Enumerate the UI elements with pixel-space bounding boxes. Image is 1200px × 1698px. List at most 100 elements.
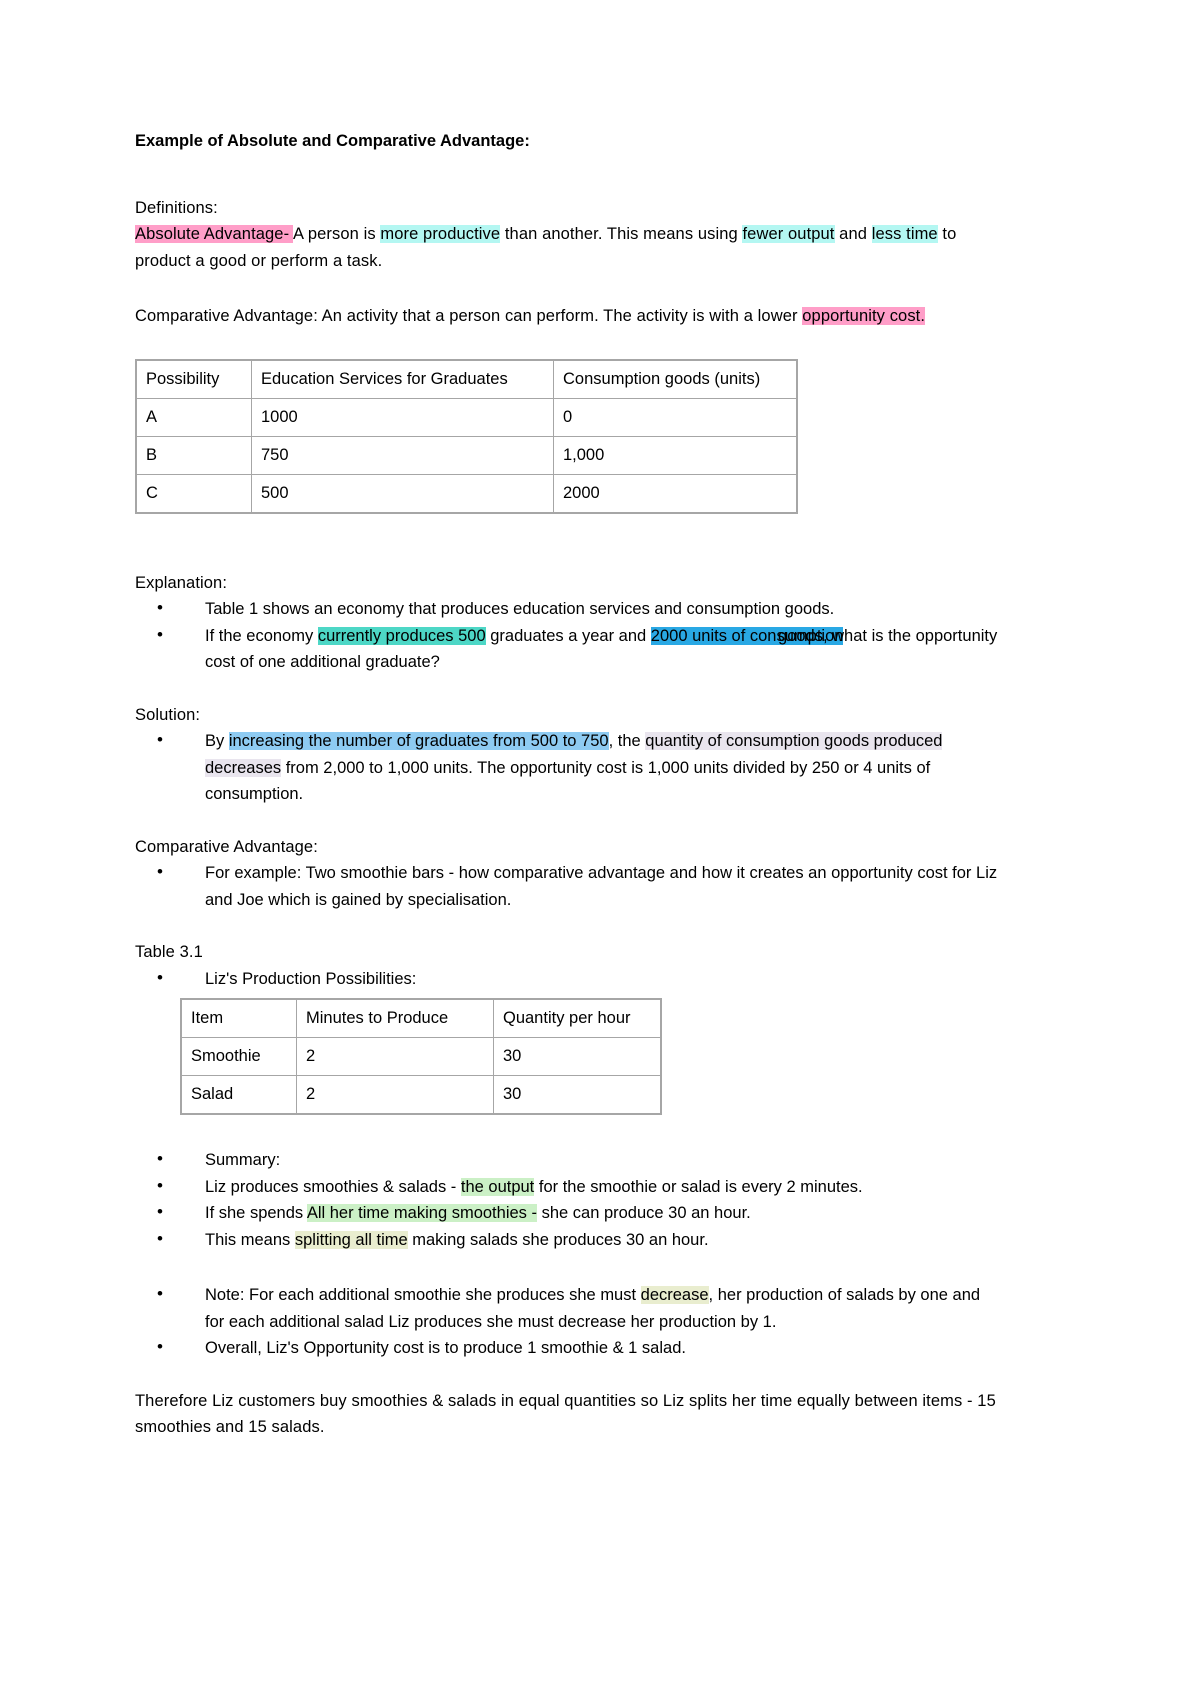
table1-header-1: Education Services for Graduates (251, 359, 554, 399)
liz-bullet-list: Liz's Production Possibilities: (135, 965, 1000, 993)
comparative-advantage-heading: Comparative Advantage: (135, 837, 318, 856)
summary-bullet-4: This means splitting all time making sal… (205, 1230, 709, 1249)
list-item: This means splitting all time making sal… (135, 1226, 1000, 1254)
aa-text-3: and (834, 225, 872, 243)
sum3-text-2: she can produce 30 an hour. (537, 1204, 751, 1222)
table1-header-0: Possibility (135, 359, 252, 399)
table2-cell-1-2: 30 (493, 1075, 662, 1115)
table1-cell-1-2: 1,000 (553, 435, 798, 475)
list-item: By increasing the number of graduates fr… (135, 727, 1000, 808)
solution-heading: Solution: (135, 705, 201, 724)
solution-bullet-1: By increasing the number of graduates fr… (205, 732, 943, 804)
exp2-text-1: If the economy (205, 626, 318, 645)
ca-highlight-opportunity-cost: opportunity cost. (802, 307, 926, 325)
table2-header-2: Quantity per hour (493, 998, 662, 1038)
explanation-bullet-list: Table 1 shows an economy that produces e… (135, 595, 1000, 676)
sum2-highlight-the-output: the output (460, 1177, 535, 1196)
summary-bullet-list: Summary: Liz produces smoothies & salads… (135, 1146, 1000, 1254)
absolute-advantage-paragraph: Absolute Advantage- A person is more pro… (135, 221, 1000, 274)
note-bullet-list: Note: For each additional smoothie she p… (135, 1281, 1000, 1362)
liz-production-heading: Liz's Production Possibilities: (205, 969, 417, 988)
list-item: Overall, Liz's Opportunity cost is to pr… (135, 1334, 1000, 1362)
table1-cell-2-1: 500 (251, 473, 554, 513)
explanation-bullet-2: If the economy currently produces 500 gr… (205, 626, 997, 671)
document-page: Example of Absolute and Comparative Adva… (0, 0, 1200, 1698)
sum2-text-2: for the smoothie or salad is every 2 min… (534, 1177, 863, 1196)
summary-bullet-3: If she spends All her time making smooth… (205, 1204, 751, 1222)
table-row: Possibility Education Services for Gradu… (135, 359, 798, 399)
definitions-heading: Definitions: (135, 198, 218, 217)
table-row: Item Minutes to Produce Quantity per hou… (180, 998, 662, 1038)
comparative-bullet-list: For example: Two smoothie bars - how com… (135, 859, 1000, 913)
table-row: A 1000 0 (135, 397, 798, 437)
table2-cell-0-0: Smoothie (180, 1037, 297, 1076)
table-row: B 750 1,000 (135, 435, 798, 475)
sol1-text-2: , the (608, 732, 646, 750)
comparative-advantage-paragraph: Comparative Advantage: An activity that … (135, 303, 1000, 330)
solution-bullet-list: By increasing the number of graduates fr… (135, 727, 1000, 808)
production-possibilities-table: Possibility Education Services for Gradu… (135, 358, 798, 514)
exp2-highlight-currently-produces: currently produces 500 (317, 626, 486, 645)
explanation-bullet-1-text: Table 1 shows an economy that produces e… (205, 600, 835, 618)
closing-paragraph: Therefore Liz customers buy smoothies & … (135, 1391, 996, 1437)
aa-text-2: than another. This means using (500, 225, 743, 243)
sol1-highlight-increasing-graduates: increasing the number of graduates from … (228, 732, 609, 750)
sum5-highlight-decrease: decrease (640, 1286, 709, 1304)
table-row: Smoothie 2 30 (180, 1037, 662, 1076)
sum3-text-1: If she spends (205, 1204, 307, 1222)
exp2-text-2: graduates a year and (485, 626, 651, 645)
sum3-highlight-all-her-time: All her time making smoothies - (306, 1204, 537, 1222)
summary-bullet-6-text: Overall, Liz's Opportunity cost is to pr… (205, 1339, 686, 1357)
sol1-text-1: By (205, 732, 229, 750)
aa-text-1: A person is (292, 225, 381, 243)
list-item: Table 1 shows an economy that produces e… (135, 595, 1000, 623)
sol1-text-3: from 2,000 to 1,000 units. The opportuni… (205, 758, 931, 804)
table1-cell-2-2: 2000 (553, 473, 798, 513)
table1-cell-0-1: 1000 (251, 397, 554, 437)
list-item: Liz's Production Possibilities: (135, 965, 1000, 993)
table1-cell-1-0: B (135, 435, 252, 475)
list-item: Summary: (135, 1146, 1000, 1174)
sum4-text-2: making salads she produces 30 an hour. (407, 1230, 709, 1249)
summary-bullet-2: Liz produces smoothies & salads - the ou… (205, 1177, 863, 1196)
liz-production-table: Item Minutes to Produce Quantity per hou… (180, 998, 662, 1115)
list-item: Liz produces smoothies & salads - the ou… (135, 1173, 1000, 1201)
sum2-text-1: Liz produces smoothies & salads - (205, 1177, 461, 1196)
aa-highlight-more-productive: more productive (380, 225, 501, 243)
table2-cell-1-0: Salad (180, 1075, 297, 1115)
table3-label: Table 3.1 (135, 943, 203, 961)
table1-cell-2-0: C (135, 473, 252, 513)
summary-heading: Summary: (205, 1151, 281, 1169)
ca-text-1: Comparative Advantage: An activity that … (135, 307, 803, 325)
list-item: For example: Two smoothie bars - how com… (135, 859, 1000, 913)
list-item: Note: For each additional smoothie she p… (135, 1281, 1000, 1335)
table2-cell-0-2: 30 (493, 1037, 662, 1076)
sum4-text-1: This means (205, 1230, 295, 1249)
page-title: Example of Absolute and Comparative Adva… (135, 132, 530, 150)
table2-header-0: Item (180, 998, 297, 1038)
table2-cell-0-1: 2 (296, 1037, 494, 1076)
summary-bullet-5: Note: For each additional smoothie she p… (205, 1286, 980, 1331)
explanation-heading: Explanation: (135, 573, 228, 592)
table-row: Salad 2 30 (180, 1075, 662, 1115)
list-item: If the economy currently produces 500 gr… (135, 622, 1000, 676)
table2-cell-1-1: 2 (296, 1075, 494, 1115)
aa-highlight-fewer-output: fewer output (742, 225, 835, 243)
table1-cell-1-1: 750 (251, 435, 554, 475)
sum5-text-1: Note: For each additional smoothie she p… (205, 1286, 641, 1304)
table1-header-2: Consumption goods (units) (553, 359, 798, 399)
table-row: C 500 2000 (135, 473, 798, 513)
table1-cell-0-0: A (135, 397, 252, 437)
aa-highlight-less-time: less time (871, 225, 938, 243)
absolute-advantage-term: Absolute Advantage- (135, 225, 293, 243)
